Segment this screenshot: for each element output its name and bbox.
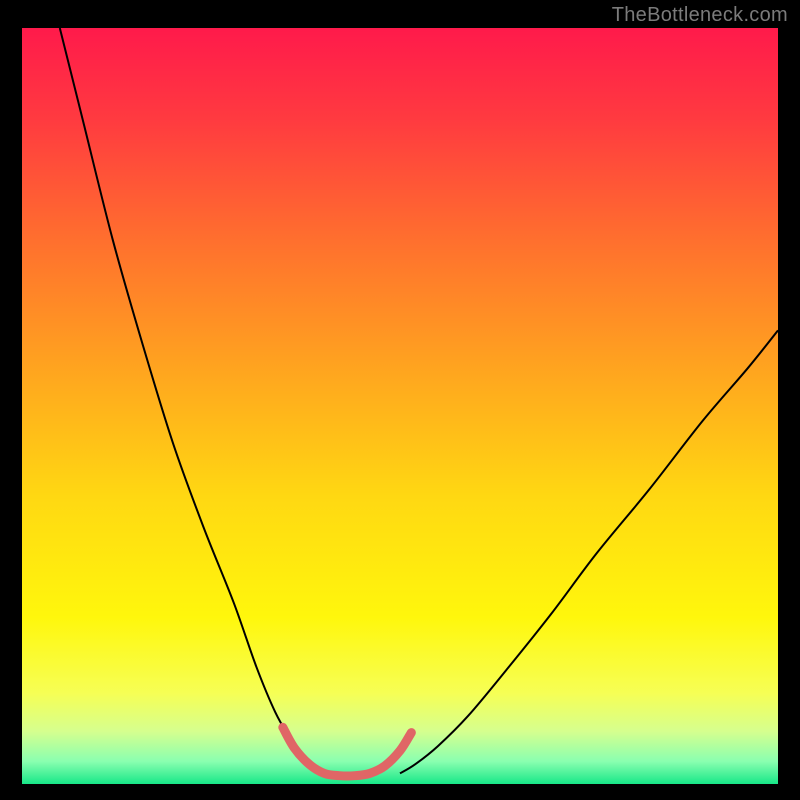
chart-frame: TheBottleneck.com [0, 0, 800, 800]
bottleneck-chart [22, 28, 778, 784]
chart-background [22, 28, 778, 784]
chart-plot-area [22, 28, 778, 784]
watermark-label: TheBottleneck.com [612, 4, 788, 27]
